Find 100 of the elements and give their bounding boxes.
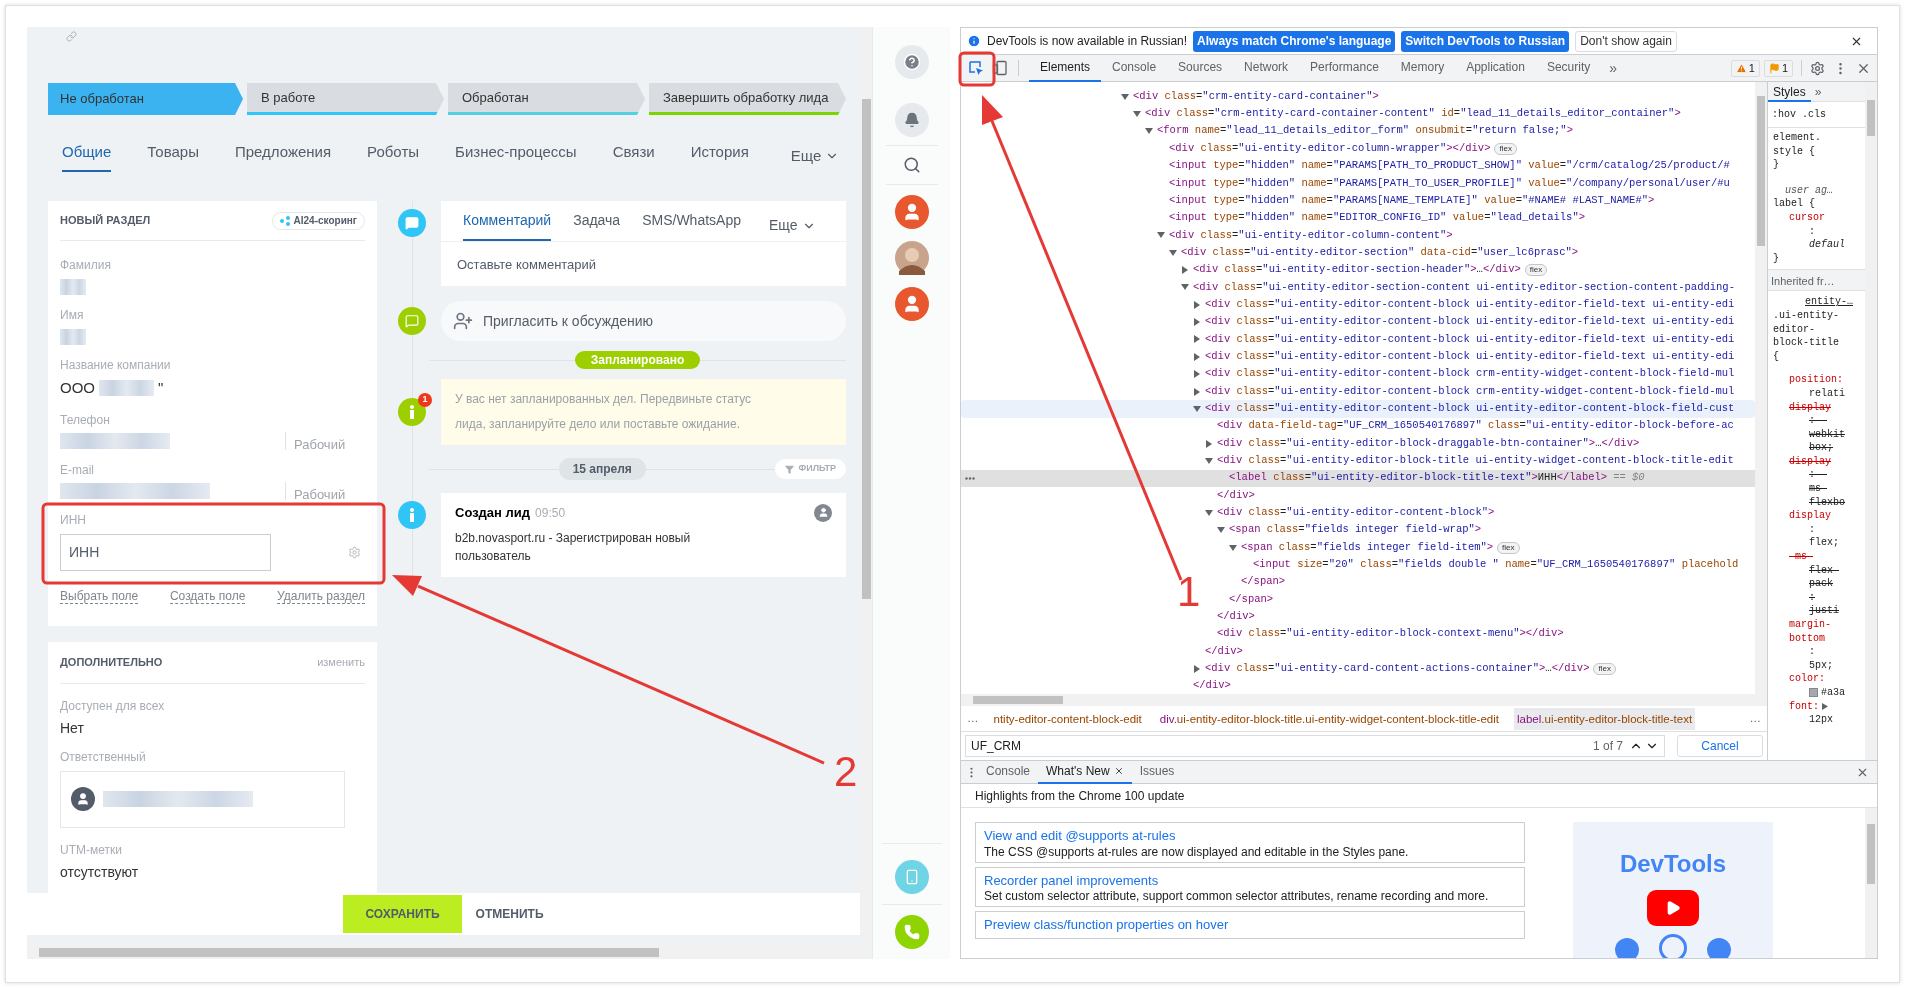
expand-arrow-icon[interactable] (1193, 370, 1201, 379)
vertical-scrollbar[interactable] (1865, 808, 1877, 958)
dom-tree-row[interactable]: <div class="ui-entity-editor-content-block ui-entity-editor-field-text ui-entity-edi (961, 313, 1755, 331)
stage-step[interactable]: Обработан (448, 83, 645, 115)
section-link[interactable]: Удалить раздел (277, 588, 365, 604)
inn-input[interactable]: ИНН (60, 533, 271, 571)
dom-tree-row[interactable]: <div class="crm-entity-card-container-content" id="lead_11_details_editor_container"> (961, 105, 1755, 123)
expand-arrow-icon[interactable] (1145, 127, 1153, 136)
dom-tree-row[interactable]: <div class="ui-entity-editor-content-block ui-entity-editor-field-text ui-entity-edi (961, 330, 1755, 349)
devtools-tab[interactable]: Memory (1389, 54, 1456, 82)
more-tabs-button[interactable]: » (1601, 57, 1626, 79)
styles-tab[interactable]: Styles (1768, 82, 1811, 102)
style-filter-toggles[interactable]: :hov .cls (1772, 107, 1826, 122)
feature-card[interactable]: Preview class/function properties on hover (975, 911, 1525, 939)
breadcrumb-overflow[interactable]: … (967, 709, 979, 728)
dom-tree-row[interactable]: <span class="fields integer field-item"> flex (961, 538, 1755, 557)
warnings-counter[interactable]: 1 (1730, 59, 1760, 77)
tab[interactable]: Задача (573, 210, 621, 241)
drawer-tab[interactable]: Issues (1131, 760, 1183, 784)
horizontal-scrollbar[interactable] (961, 694, 1767, 706)
flex-badge[interactable]: flex (1494, 142, 1517, 155)
color-swatch[interactable] (1809, 688, 1818, 698)
cancel-button[interactable]: Cancel (1677, 735, 1763, 757)
drawer-tab[interactable]: What's New (1038, 760, 1132, 784)
feature-title[interactable]: Preview class/function properties on hover (984, 915, 1516, 935)
dom-tree-row[interactable]: <form name="lead_11_details_editor_form" onsubmit="return false;"> (961, 122, 1755, 141)
tab[interactable]: История (690, 141, 749, 172)
user-avatar-icon[interactable] (894, 241, 929, 275)
expand-arrow-icon[interactable] (1205, 508, 1213, 517)
vertical-scrollbar[interactable] (1755, 82, 1767, 694)
help-icon[interactable] (894, 45, 929, 79)
more-tabs-button[interactable]: » (1814, 82, 1822, 101)
flex-badge[interactable]: flex (1593, 663, 1616, 675)
expand-arrow-icon[interactable] (1193, 404, 1201, 413)
dom-tree-row[interactable]: <div class="ui-entity-editor-block-draggable-btn-container">…</div> (961, 434, 1755, 453)
tab[interactable]: Товары (147, 141, 199, 172)
more-menu-button[interactable]: Еще (769, 215, 816, 236)
stage-step[interactable]: Завершить обработку лида (649, 83, 846, 115)
dom-tree-row[interactable]: <div data-field-tag="UF_CRM_1650540176897" class="ui-entity-editor-block-before-ac (961, 417, 1755, 435)
user-box[interactable] (60, 770, 345, 828)
dom-tree-row[interactable]: <div class="ui-entity-editor-content-block ui-entity-editor-field-text ui-entity-edi (961, 348, 1755, 366)
dom-tree-row[interactable]: <div class="ui-entity-editor-section" data-cid="user_lc6prasc"> (961, 244, 1755, 262)
dom-tree-row[interactable]: <input type="hidden" name="PARAMS[PATH_TO_PRODUCT_SHOW]" value="/crm/catalog/25/product/# (961, 157, 1755, 175)
devtools-tab[interactable]: Console (1101, 54, 1168, 82)
invite-button[interactable]: Пригласить к обсуждению (441, 301, 846, 341)
expand-arrow-icon[interactable] (1133, 110, 1141, 118)
breadcrumb[interactable]: div.ui-entity-editor-block-title.ui-entity-widget-content-block-title-edit (1156, 707, 1502, 730)
horizontal-scrollbar[interactable] (27, 945, 872, 959)
info-bar-button[interactable]: Switch DevTools to Russian (1401, 30, 1570, 52)
dom-tree-row[interactable]: <input type="hidden" name="PARAMS[NAME_TEMPLATE]" value="#NAME# #LAST_NAME#"> (961, 192, 1755, 210)
section-link[interactable]: Выбрать поле (60, 588, 139, 604)
dom-tree-row[interactable]: <input type="hidden" name="PARAMS[PATH_TO_USER_PROFILE]" value="/company/personal/user/#u (961, 174, 1755, 193)
breadcrumb[interactable]: ntity-editor-content-block-edit (990, 707, 1145, 730)
tab[interactable]: Бизнес-процессы (455, 141, 577, 172)
drawer-tab[interactable]: Console (978, 760, 1039, 784)
play-icon[interactable] (1647, 890, 1699, 926)
user-avatar-icon[interactable] (894, 287, 929, 321)
user-avatar-icon[interactable] (894, 195, 929, 229)
issues-counter[interactable]: 1 (1763, 59, 1793, 77)
breadcrumb-overflow[interactable]: … (1749, 709, 1761, 728)
expand-arrow-icon[interactable] (1181, 283, 1189, 292)
expand-arrow-icon[interactable] (1205, 439, 1213, 448)
expand-arrow-icon[interactable] (1121, 92, 1129, 101)
vertical-scrollbar[interactable] (860, 27, 872, 945)
devtools-tab[interactable]: Sources (1167, 54, 1234, 82)
expand-arrow-icon[interactable] (1193, 387, 1201, 396)
tab[interactable]: Связи (612, 141, 655, 172)
breadcrumb[interactable]: label.ui-entity-editor-block-title-text (1514, 707, 1696, 730)
dom-tree-row[interactable]: <div class="ui-entity-editor-content-block"> (961, 504, 1755, 522)
comment-field[interactable]: Оставьте комментарий (441, 242, 846, 286)
vertical-scrollbar[interactable] (1865, 82, 1877, 760)
dom-tree-row[interactable]: <div class="ui-entity-editor-content-block ui-entity-editor-content-block-field-cust (961, 400, 1755, 418)
dom-tree-row[interactable]: <span class="fields integer field-wrap"> (961, 521, 1755, 539)
devtools-tab[interactable]: Application (1455, 54, 1536, 82)
expand-arrow-icon[interactable] (1229, 543, 1237, 552)
more-menu-button[interactable]: Еще (790, 145, 840, 168)
dom-tree-row[interactable]: <div class="ui-entity-editor-column-content"> (961, 226, 1755, 245)
expand-arrow-icon[interactable] (1157, 231, 1165, 240)
save-button[interactable]: СОХРАНИТЬ (343, 895, 462, 933)
cancel-button[interactable]: ОТМЕНИТЬ (475, 905, 544, 923)
devtools-tab[interactable]: Performance (1299, 54, 1390, 82)
flex-badge[interactable]: flex (1524, 264, 1548, 277)
tab[interactable]: SMS/WhatsApp (642, 210, 741, 241)
expand-arrow-icon[interactable] (1193, 335, 1201, 344)
stage-step[interactable]: Не обработан (48, 83, 243, 115)
dom-tree-row[interactable]: <div class="ui-entity-editor-column-wrapper"></div> flex (961, 140, 1755, 158)
info-bar-button[interactable]: Don't show again (1575, 30, 1677, 52)
search-field[interactable]: UF_CRM 1 of 7 (965, 735, 1665, 757)
expand-arrow-icon[interactable] (1193, 352, 1201, 361)
expand-arrow-icon[interactable] (1193, 318, 1201, 327)
devtools-tab[interactable]: Network (1233, 54, 1300, 82)
dom-tree-row[interactable]: <div class="ui-entity-editor-block-title ui-entity-widget-content-block-title-edit (961, 452, 1755, 470)
section-link[interactable]: Создать поле (169, 588, 246, 604)
expand-arrow-icon[interactable] (1822, 702, 1828, 710)
settings-icon[interactable] (1810, 60, 1825, 76)
dom-tree-row[interactable]: <div class="crm-entity-card-container"> (961, 88, 1755, 106)
expand-arrow-icon[interactable] (1193, 665, 1201, 673)
expand-arrow-icon[interactable] (1181, 266, 1189, 275)
close-icon[interactable] (1113, 766, 1124, 776)
more-icon[interactable] (965, 476, 975, 480)
